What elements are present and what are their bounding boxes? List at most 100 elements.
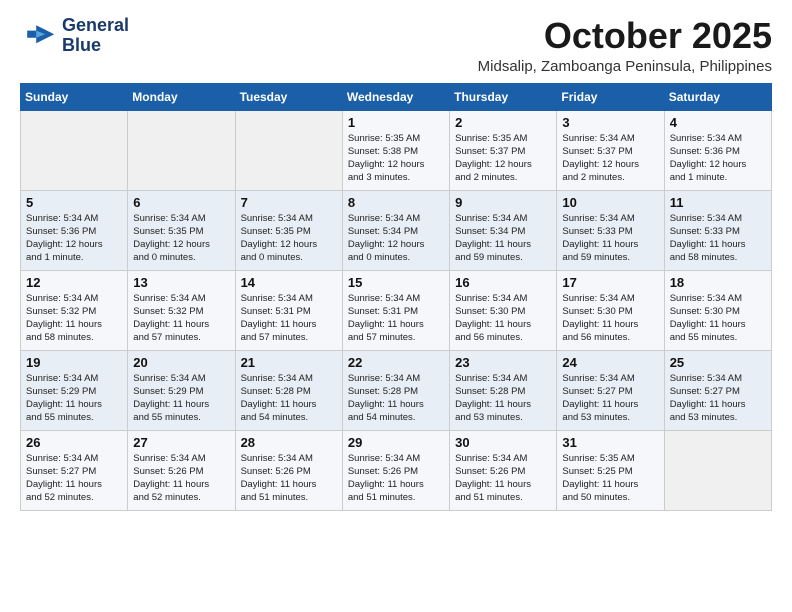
calendar-week-3: 12 Sunrise: 5:34 AMSunset: 5:32 PMDayligh…	[21, 270, 772, 350]
calendar-cell	[21, 110, 128, 190]
calendar-cell: 20Sunrise: 5:34 AMSunset: 5:29 PMDayligh…	[128, 350, 235, 430]
cell-info: Sunrise: 5:34 AMSunset: 5:26 PMDaylight:…	[133, 452, 229, 505]
col-friday: Friday	[557, 83, 664, 110]
day-number: 21	[241, 355, 337, 370]
day-number: 18	[670, 275, 766, 290]
cell-info: Sunrise: 5:34 AMSunset: 5:27 PMDaylight:…	[562, 372, 658, 425]
calendar-cell: 19 Sunrise: 5:34 AMSunset: 5:29 PMDayligh…	[21, 350, 128, 430]
cell-info: Sunrise: 5:34 AMSunset: 5:28 PMDaylight:…	[348, 372, 444, 425]
cell-info: Sunrise: 5:34 AMSunset: 5:35 PMDaylight:…	[241, 212, 337, 265]
day-number: 30	[455, 435, 551, 450]
calendar-week-5: 26 Sunrise: 5:34 AMSunset: 5:27 PMDayligh…	[21, 430, 772, 510]
cell-info: Sunrise: 5:34 AMSunset: 5:26 PMDaylight:…	[348, 452, 444, 505]
calendar-body: 1 Sunrise: 5:35 AMSunset: 5:38 PMDaylight…	[21, 110, 772, 510]
calendar-cell: 11 Sunrise: 5:34 AMSunset: 5:33 PMDayligh…	[664, 190, 771, 270]
col-wednesday: Wednesday	[342, 83, 449, 110]
calendar-week-1: 1 Sunrise: 5:35 AMSunset: 5:38 PMDaylight…	[21, 110, 772, 190]
day-number: 8	[348, 195, 444, 210]
calendar-cell: 31Sunrise: 5:35 AMSunset: 5:25 PMDayligh…	[557, 430, 664, 510]
month-title: October 2025	[478, 16, 772, 56]
calendar-cell: 28 Sunrise: 5:34 AMSunset: 5:26 PMDayligh…	[235, 430, 342, 510]
day-number: 24	[562, 355, 658, 370]
col-sunday: Sunday	[21, 83, 128, 110]
day-number: 4	[670, 115, 766, 130]
cell-info: Sunrise: 5:34 AMSunset: 5:37 PMDaylight:…	[562, 132, 658, 185]
calendar-cell: 17Sunrise: 5:34 AMSunset: 5:30 PMDayligh…	[557, 270, 664, 350]
calendar-cell: 4 Sunrise: 5:34 AMSunset: 5:36 PMDaylight…	[664, 110, 771, 190]
calendar-cell: 27Sunrise: 5:34 AMSunset: 5:26 PMDayligh…	[128, 430, 235, 510]
cell-info: Sunrise: 5:34 AMSunset: 5:29 PMDaylight:…	[26, 372, 122, 425]
cell-info: Sunrise: 5:34 AMSunset: 5:35 PMDaylight:…	[133, 212, 229, 265]
day-number: 16	[455, 275, 551, 290]
day-number: 1	[348, 115, 444, 130]
calendar-cell: 7 Sunrise: 5:34 AMSunset: 5:35 PMDaylight…	[235, 190, 342, 270]
col-saturday: Saturday	[664, 83, 771, 110]
day-number: 7	[241, 195, 337, 210]
logo-icon	[20, 18, 56, 54]
cell-info: Sunrise: 5:34 AMSunset: 5:34 PMDaylight:…	[455, 212, 551, 265]
day-number: 12	[26, 275, 122, 290]
calendar-cell: 29 Sunrise: 5:34 AMSunset: 5:26 PMDayligh…	[342, 430, 449, 510]
cell-info: Sunrise: 5:34 AMSunset: 5:33 PMDaylight:…	[670, 212, 766, 265]
calendar-cell: 5Sunrise: 5:34 AMSunset: 5:36 PMDaylight…	[21, 190, 128, 270]
day-number: 31	[562, 435, 658, 450]
day-number: 5	[26, 195, 122, 210]
title-block: October 2025 Midsalip, Zamboanga Peninsu…	[478, 16, 772, 75]
calendar-week-4: 19 Sunrise: 5:34 AMSunset: 5:29 PMDayligh…	[21, 350, 772, 430]
calendar-cell: 13 Sunrise: 5:34 AMSunset: 5:32 PMDayligh…	[128, 270, 235, 350]
day-number: 3	[562, 115, 658, 130]
calendar-cell	[128, 110, 235, 190]
cell-info: Sunrise: 5:34 AMSunset: 5:27 PMDaylight:…	[670, 372, 766, 425]
day-number: 19	[26, 355, 122, 370]
cell-info: Sunrise: 5:34 AMSunset: 5:28 PMDaylight:…	[455, 372, 551, 425]
logo-text: General Blue	[62, 16, 129, 56]
cell-info: Sunrise: 5:35 AMSunset: 5:38 PMDaylight:…	[348, 132, 444, 185]
page-header: General Blue October 2025 Midsalip, Zamb…	[20, 16, 772, 75]
day-number: 10	[562, 195, 658, 210]
calendar-cell: 10 Sunrise: 5:34 AMSunset: 5:33 PMDayligh…	[557, 190, 664, 270]
calendar-cell: 23 Sunrise: 5:34 AMSunset: 5:28 PMDayligh…	[450, 350, 557, 430]
calendar-week-2: 5Sunrise: 5:34 AMSunset: 5:36 PMDaylight…	[21, 190, 772, 270]
calendar-cell: 26 Sunrise: 5:34 AMSunset: 5:27 PMDayligh…	[21, 430, 128, 510]
cell-info: Sunrise: 5:34 AMSunset: 5:36 PMDaylight:…	[670, 132, 766, 185]
page-container: General Blue October 2025 Midsalip, Zamb…	[0, 0, 792, 521]
cell-info: Sunrise: 5:35 AMSunset: 5:37 PMDaylight:…	[455, 132, 551, 185]
calendar-cell: 1 Sunrise: 5:35 AMSunset: 5:38 PMDaylight…	[342, 110, 449, 190]
calendar-cell: 18 Sunrise: 5:34 AMSunset: 5:30 PMDayligh…	[664, 270, 771, 350]
cell-info: Sunrise: 5:34 AMSunset: 5:30 PMDaylight:…	[670, 292, 766, 345]
calendar-cell	[664, 430, 771, 510]
calendar-table: Sunday Monday Tuesday Wednesday Thursday…	[20, 83, 772, 511]
cell-info: Sunrise: 5:34 AMSunset: 5:32 PMDaylight:…	[26, 292, 122, 345]
calendar-header: Sunday Monday Tuesday Wednesday Thursday…	[21, 83, 772, 110]
cell-info: Sunrise: 5:34 AMSunset: 5:32 PMDaylight:…	[133, 292, 229, 345]
day-number: 23	[455, 355, 551, 370]
cell-info: Sunrise: 5:34 AMSunset: 5:34 PMDaylight:…	[348, 212, 444, 265]
calendar-cell: 2 Sunrise: 5:35 AMSunset: 5:37 PMDaylight…	[450, 110, 557, 190]
col-thursday: Thursday	[450, 83, 557, 110]
calendar-cell: 12 Sunrise: 5:34 AMSunset: 5:32 PMDayligh…	[21, 270, 128, 350]
calendar-cell: 6Sunrise: 5:34 AMSunset: 5:35 PMDaylight…	[128, 190, 235, 270]
cell-info: Sunrise: 5:34 AMSunset: 5:33 PMDaylight:…	[562, 212, 658, 265]
cell-info: Sunrise: 5:34 AMSunset: 5:28 PMDaylight:…	[241, 372, 337, 425]
day-number: 25	[670, 355, 766, 370]
day-number: 11	[670, 195, 766, 210]
day-number: 9	[455, 195, 551, 210]
day-number: 2	[455, 115, 551, 130]
cell-info: Sunrise: 5:34 AMSunset: 5:31 PMDaylight:…	[241, 292, 337, 345]
cell-info: Sunrise: 5:34 AMSunset: 5:26 PMDaylight:…	[241, 452, 337, 505]
cell-info: Sunrise: 5:34 AMSunset: 5:30 PMDaylight:…	[562, 292, 658, 345]
calendar-cell: 21 Sunrise: 5:34 AMSunset: 5:28 PMDayligh…	[235, 350, 342, 430]
day-number: 29	[348, 435, 444, 450]
cell-info: Sunrise: 5:34 AMSunset: 5:27 PMDaylight:…	[26, 452, 122, 505]
header-row: Sunday Monday Tuesday Wednesday Thursday…	[21, 83, 772, 110]
col-tuesday: Tuesday	[235, 83, 342, 110]
cell-info: Sunrise: 5:34 AMSunset: 5:30 PMDaylight:…	[455, 292, 551, 345]
day-number: 26	[26, 435, 122, 450]
calendar-cell: 22Sunrise: 5:34 AMSunset: 5:28 PMDayligh…	[342, 350, 449, 430]
calendar-cell: 15Sunrise: 5:34 AMSunset: 5:31 PMDayligh…	[342, 270, 449, 350]
calendar-cell: 3 Sunrise: 5:34 AMSunset: 5:37 PMDaylight…	[557, 110, 664, 190]
logo: General Blue	[20, 16, 129, 56]
day-number: 13	[133, 275, 229, 290]
calendar-cell: 25 Sunrise: 5:34 AMSunset: 5:27 PMDayligh…	[664, 350, 771, 430]
day-number: 28	[241, 435, 337, 450]
